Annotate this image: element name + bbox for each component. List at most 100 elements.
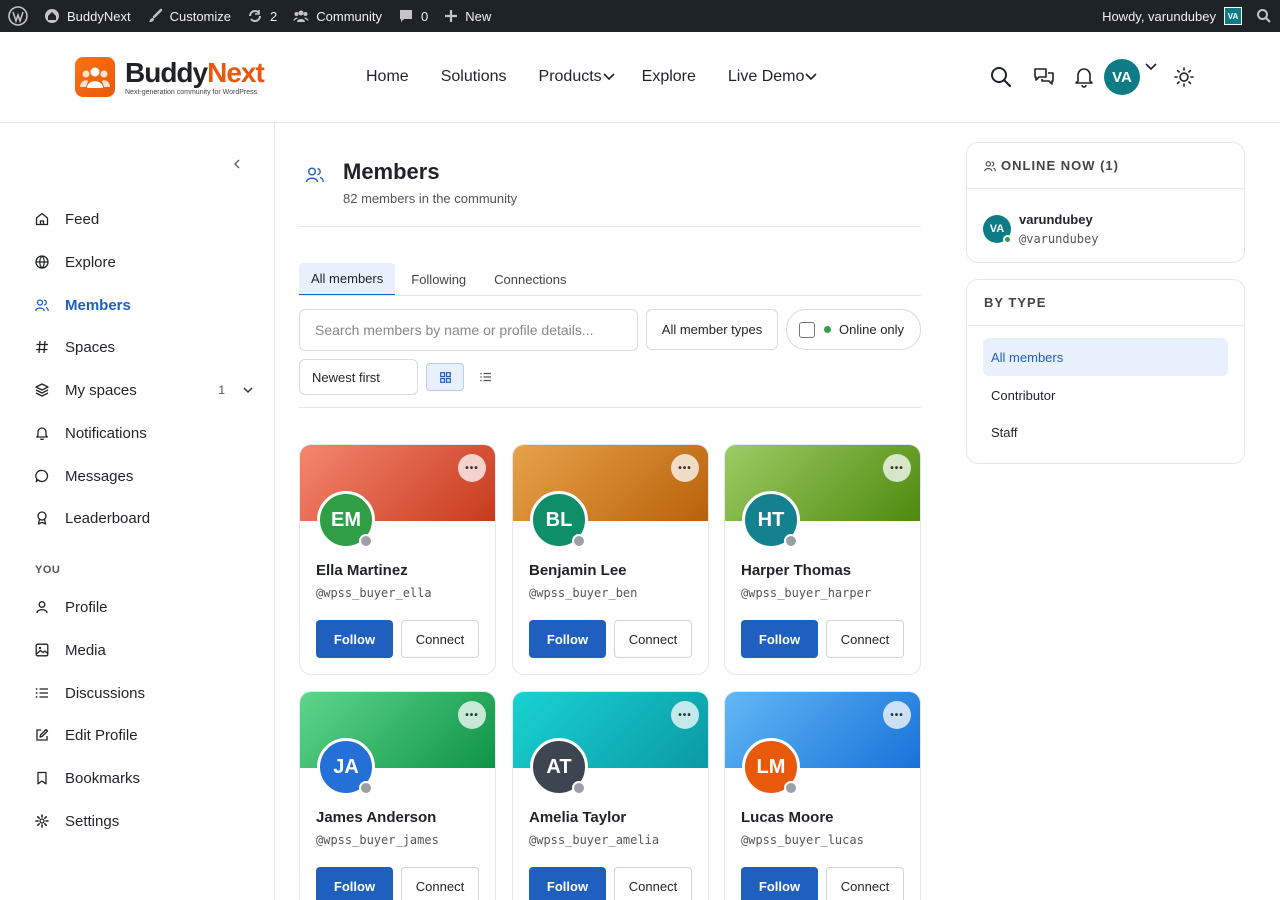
member-card: ••• LM Lucas Moore @wpss_buyer_lucas Fol…	[724, 691, 921, 900]
type-all-members[interactable]: All members	[983, 338, 1228, 376]
sidebar-item-label: Bookmarks	[65, 769, 141, 787]
community-link[interactable]: Community	[285, 0, 390, 32]
new-content-link[interactable]: New	[436, 0, 499, 32]
sidebar-item-media[interactable]: Media	[35, 636, 255, 664]
sidebar-item-label: Spaces	[65, 338, 116, 356]
sidebar-item-label: Edit Profile	[65, 726, 138, 744]
grid-view-button[interactable]	[426, 363, 464, 391]
connect-button[interactable]: Connect	[401, 620, 479, 658]
nav-solutions[interactable]: Solutions	[441, 68, 507, 86]
member-handle: @wpss_buyer_james	[316, 833, 439, 847]
home-icon	[35, 212, 49, 226]
follow-button[interactable]: Follow	[529, 620, 606, 658]
sidebar-collapse-button[interactable]	[229, 156, 245, 172]
member-search-input[interactable]	[299, 309, 638, 351]
sidebar-item-explore[interactable]: Explore	[35, 248, 255, 276]
follow-button[interactable]: Follow	[316, 620, 393, 658]
follow-button[interactable]: Follow	[316, 867, 393, 900]
new-label: New	[465, 8, 492, 24]
member-name[interactable]: Harper Thomas	[741, 562, 851, 579]
sidebar-item-feed[interactable]: Feed	[35, 205, 255, 233]
type-contributor[interactable]: Contributor	[983, 376, 1228, 414]
sidebar-item-notifications[interactable]: Notifications	[35, 419, 255, 447]
connect-button[interactable]: Connect	[826, 867, 904, 900]
comments-link[interactable]: 0	[390, 0, 436, 32]
member-more-button[interactable]: •••	[671, 454, 699, 482]
online-only-checkbox[interactable]	[799, 321, 815, 338]
tab-all-members[interactable]: All members	[299, 263, 396, 296]
header-search-button[interactable]	[987, 63, 1015, 91]
updates-link[interactable]: 2	[239, 0, 285, 32]
chevron-down-icon	[805, 73, 817, 81]
member-name[interactable]: Amelia Taylor	[529, 809, 626, 826]
tab-following[interactable]: Following	[399, 263, 478, 296]
sidebar-item-my-spaces[interactable]: My spaces 1	[35, 376, 255, 404]
my-account-link[interactable]: Howdy, varundubey VA	[1102, 0, 1242, 32]
type-staff[interactable]: Staff	[983, 413, 1228, 451]
customize-link[interactable]: Customize	[139, 0, 239, 32]
site-name-link[interactable]: BuddyNext	[36, 0, 139, 32]
follow-button[interactable]: Follow	[741, 620, 818, 658]
sidebar-item-profile[interactable]: Profile	[35, 593, 255, 621]
member-more-button[interactable]: •••	[671, 701, 699, 729]
admin-search-button[interactable]	[1250, 0, 1272, 32]
chevron-down-icon[interactable]	[243, 386, 253, 394]
user-menu-toggle[interactable]	[1142, 59, 1160, 95]
member-name[interactable]: Ella Martinez	[316, 562, 408, 579]
connect-button[interactable]: Connect	[614, 867, 692, 900]
updates-count: 2	[270, 8, 278, 24]
online-only-label: Online only	[839, 322, 905, 337]
connect-button[interactable]: Connect	[826, 620, 904, 658]
online-user-handle: @varundubey	[1019, 232, 1099, 246]
online-user-avatar: VA	[983, 215, 1012, 244]
sidebar-item-edit-profile[interactable]: Edit Profile	[35, 721, 255, 749]
member-name[interactable]: Lucas Moore	[741, 809, 834, 826]
online-user[interactable]: VA varundubey @varundubey	[983, 212, 1098, 246]
nav-live-demo[interactable]: Live Demo	[728, 68, 817, 86]
list-view-button[interactable]	[473, 363, 497, 391]
sort-select[interactable]: Newest first	[299, 359, 418, 395]
sidebar-item-bookmarks[interactable]: Bookmarks	[35, 764, 255, 792]
follow-button[interactable]: Follow	[529, 867, 606, 900]
my-spaces-count: 1	[218, 383, 225, 397]
logo-mark	[75, 57, 115, 97]
connect-button[interactable]: Connect	[401, 867, 479, 900]
nav-explore[interactable]: Explore	[642, 68, 696, 86]
member-card: ••• JA James Anderson @wpss_buyer_james …	[299, 691, 496, 900]
member-more-button[interactable]: •••	[883, 701, 911, 729]
online-dot	[824, 326, 831, 333]
header-user-avatar[interactable]: VA	[1104, 59, 1140, 95]
wp-logo-button[interactable]	[0, 0, 36, 32]
tab-connections[interactable]: Connections	[482, 263, 578, 296]
nav-products[interactable]: Products	[539, 68, 615, 86]
member-name[interactable]: James Anderson	[316, 809, 436, 826]
site-header: BuddyNext Next-generation community for …	[0, 32, 1280, 123]
follow-button[interactable]: Follow	[741, 867, 818, 900]
sidebar-item-spaces[interactable]: Spaces	[35, 333, 255, 361]
header-notifications-button[interactable]	[1070, 63, 1098, 91]
nav-home[interactable]: Home	[366, 68, 409, 86]
member-more-button[interactable]: •••	[883, 454, 911, 482]
sidebar-item-settings[interactable]: Settings	[35, 807, 255, 835]
sidebar-item-messages[interactable]: Messages	[35, 462, 255, 490]
member-name[interactable]: Benjamin Lee	[529, 562, 627, 579]
sidebar-item-discussions[interactable]: Discussions	[35, 679, 255, 707]
online-only-toggle[interactable]: Online only	[786, 309, 921, 350]
connect-button[interactable]: Connect	[614, 620, 692, 658]
grid-icon	[439, 371, 451, 383]
sidebar-item-leaderboard[interactable]: Leaderboard	[35, 504, 255, 532]
status-dot	[572, 534, 586, 548]
member-more-button[interactable]: •••	[458, 701, 486, 729]
site-logo[interactable]: BuddyNext Next-generation community for …	[75, 57, 265, 97]
list-icon	[35, 688, 48, 698]
header-messages-button[interactable]	[1030, 63, 1058, 91]
member-type-select[interactable]: All member types	[646, 309, 778, 350]
member-card: ••• BL Benjamin Lee @wpss_buyer_ben Foll…	[512, 444, 709, 675]
sidebar-item-label: Profile	[65, 598, 108, 616]
users-icon	[305, 167, 324, 183]
online-user-name: varundubey	[1019, 212, 1093, 227]
theme-toggle-button[interactable]	[1170, 63, 1198, 91]
member-more-button[interactable]: •••	[458, 454, 486, 482]
sidebar-item-members[interactable]: Members	[35, 291, 255, 319]
users-icon	[35, 299, 49, 312]
